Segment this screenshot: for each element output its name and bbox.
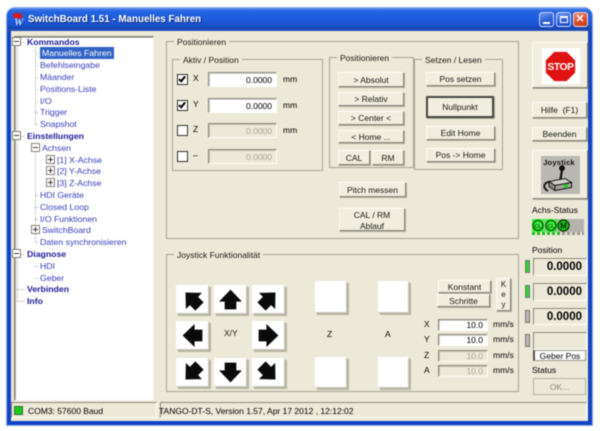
svg-text:STOP: STOP	[547, 62, 574, 73]
svg-text:W: W	[14, 18, 24, 28]
svg-text:CL: CL	[534, 224, 542, 230]
svg-text:M: M	[560, 222, 567, 231]
svg-text:CL: CL	[547, 224, 555, 230]
